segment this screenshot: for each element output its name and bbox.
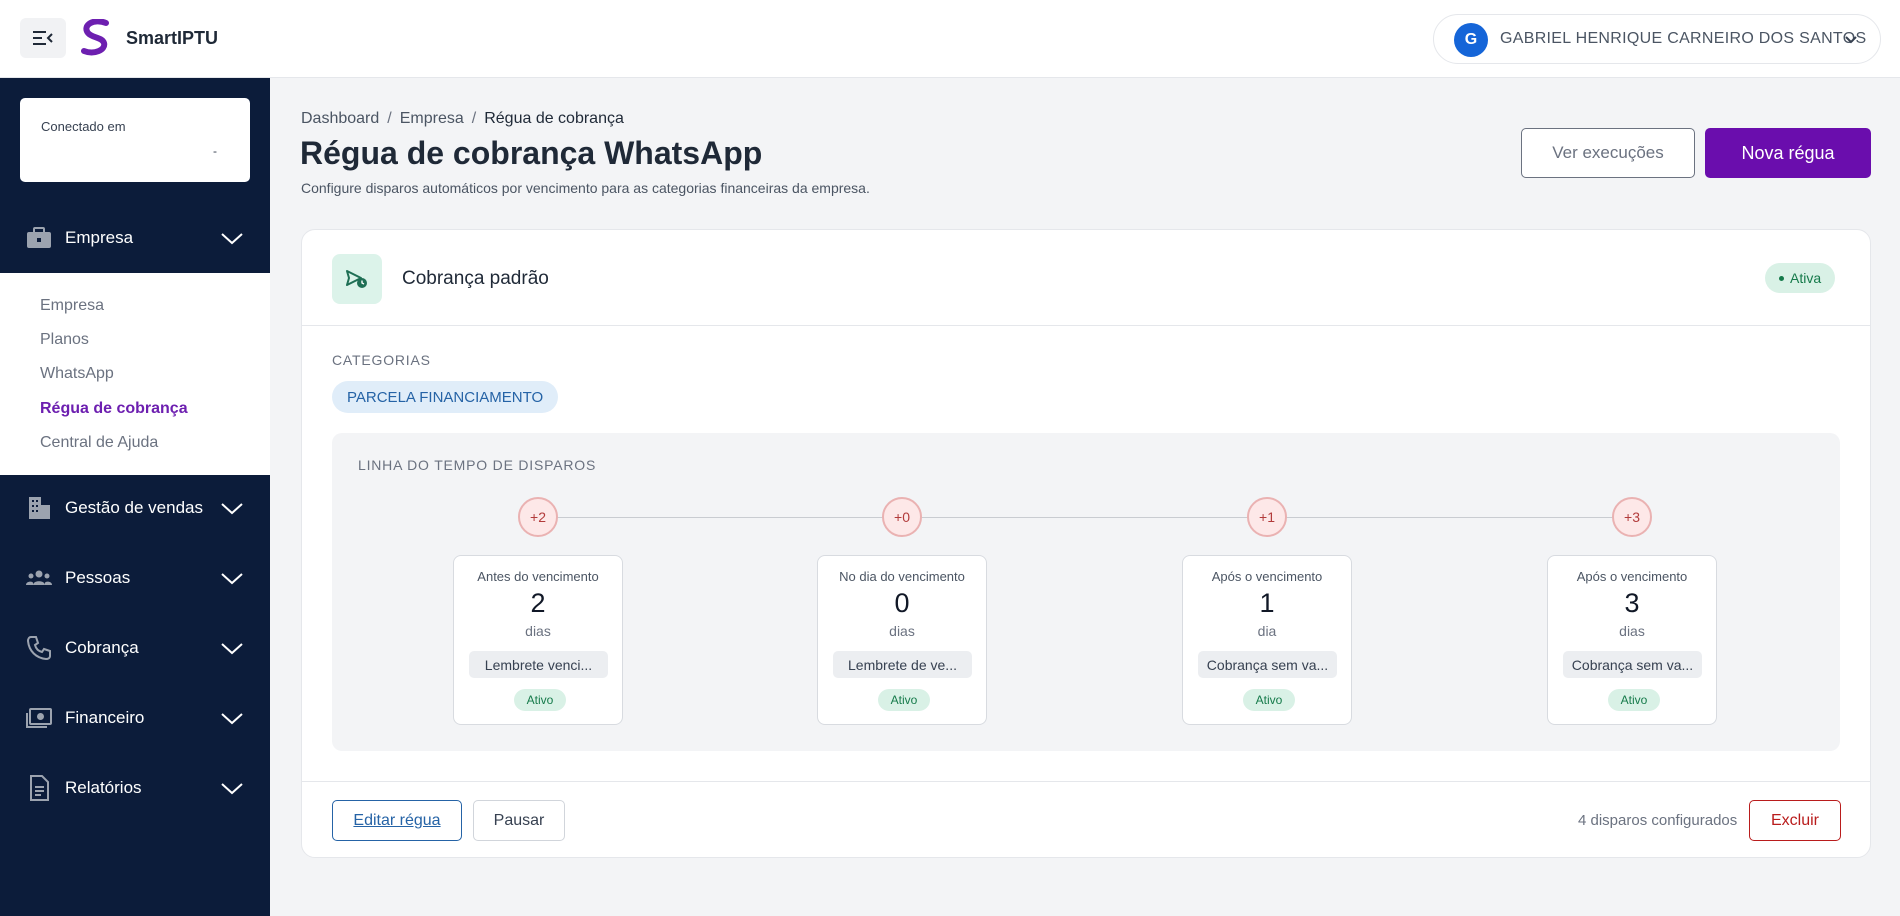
trigger-template: Cobrança sem va... [1198, 651, 1337, 678]
submenu-item-planos[interactable]: Planos [40, 331, 89, 349]
page-subtitle: Configure disparos automáticos por venci… [301, 180, 870, 196]
sidebar-item-gestao-de-vendas[interactable]: Gestão de vendas [0, 473, 270, 543]
submenu-item-whatsapp[interactable]: WhatsApp [40, 365, 114, 383]
rule-card-header: Cobrança padrão Ativa [302, 230, 1870, 326]
connection-card: Conectado em - [20, 98, 250, 182]
submenu-item-regua-de-cobranca[interactable]: Régua de cobrança [40, 400, 188, 418]
trigger-when: Antes do vencimento [477, 569, 599, 584]
briefcase-icon [27, 227, 51, 248]
trigger-card[interactable]: Após o vencimento 3 dias Cobrança sem va… [1547, 555, 1717, 725]
chevron-down-icon [221, 643, 243, 655]
sidebar-item-label: Relatórios [65, 778, 142, 797]
top-bar: SmartIPTU G GABRIEL HENRIQUE CARNEIRO DO… [0, 0, 1900, 78]
timeline-node: +3 [1612, 497, 1652, 537]
categories-label: CATEGORIAS [332, 352, 431, 368]
submenu-item-empresa[interactable]: Empresa [40, 297, 104, 315]
timeline-node: +1 [1247, 497, 1287, 537]
trigger-unit: dias [1619, 623, 1645, 639]
menu-collapse-icon [33, 31, 53, 45]
money-icon [26, 708, 52, 728]
smartiptu-logo [81, 19, 109, 56]
chevron-down-icon [221, 713, 243, 725]
trigger-days: 0 [894, 588, 910, 618]
trigger-when: No dia do vencimento [839, 569, 965, 584]
status-dot [1779, 275, 1784, 281]
sidebar-item-empresa[interactable]: Empresa [0, 203, 270, 273]
people-icon [26, 570, 52, 585]
trigger-card[interactable]: No dia do vencimento 0 dias Lembrete de … [817, 555, 987, 725]
sidebar-item-relatorios[interactable]: Relatórios [0, 753, 270, 823]
view-executions-button[interactable]: Ver execuções [1521, 128, 1695, 178]
trigger-status-badge: Ativo [1608, 689, 1660, 711]
trigger-template: Lembrete de ve... [833, 651, 972, 678]
user-name: GABRIEL HENRIQUE CARNEIRO DOS SANTOS [1500, 30, 1867, 47]
edit-rule-button[interactable]: Editar régua [332, 800, 462, 841]
trigger-unit: dias [525, 623, 551, 639]
rule-icon [332, 254, 382, 304]
chevron-down-icon [221, 783, 243, 795]
trigger-unit: dia [1257, 623, 1277, 639]
trigger-unit: dias [889, 623, 915, 639]
document-icon [30, 775, 49, 801]
sidebar-item-financeiro[interactable]: Financeiro [0, 683, 270, 753]
sidebar: Conectado em - Empresa Empresa Planos Wh… [0, 78, 270, 916]
trigger-card[interactable]: Antes do vencimento 2 dias Lembrete venc… [453, 555, 623, 725]
avatar: G [1454, 23, 1488, 57]
brand-name: SmartIPTU [126, 28, 219, 48]
phone-icon [26, 636, 51, 661]
breadcrumb-dashboard[interactable]: Dashboard [301, 110, 379, 127]
empresa-submenu: Empresa Planos WhatsApp Régua de cobranç… [0, 273, 270, 475]
triggers-count: 4 disparos configurados [1578, 812, 1738, 829]
connected-label: Conectado em [41, 119, 126, 134]
connected-value: - [213, 144, 217, 158]
sidebar-item-label: Empresa [65, 228, 134, 247]
sidebar-item-label: Cobrança [65, 638, 139, 657]
sidebar-item-label: Financeiro [65, 708, 145, 727]
rule-name: Cobrança padrão [402, 268, 549, 289]
pause-button[interactable]: Pausar [473, 800, 565, 841]
page-title: Régua de cobrança WhatsApp [300, 135, 763, 171]
trigger-days: 1 [1259, 588, 1275, 618]
send-clock-icon [346, 270, 367, 288]
sidebar-item-label: Pessoas [65, 568, 131, 587]
trigger-days: 2 [530, 588, 546, 618]
timeline-node: +2 [518, 497, 558, 537]
chevron-down-icon [221, 503, 243, 515]
submenu-item-central-de-ajuda[interactable]: Central de Ajuda [40, 434, 158, 452]
breadcrumb-empresa[interactable]: Empresa [400, 110, 464, 127]
timeline-label: LINHA DO TEMPO DE DISPAROS [358, 457, 597, 473]
trigger-days: 3 [1624, 588, 1640, 618]
trigger-when: Após o vencimento [1576, 569, 1688, 584]
chevron-down-icon [221, 573, 243, 585]
breadcrumb-current: Régua de cobrança [484, 110, 624, 127]
new-rule-button[interactable]: Nova régua [1705, 128, 1871, 178]
rule-card-footer: Editar régua Pausar 4 disparos configura… [302, 781, 1870, 857]
trigger-template: Lembrete venci... [469, 651, 608, 678]
trigger-timeline: LINHA DO TEMPO DE DISPAROS +2 +0 +1 +3 A… [332, 433, 1840, 751]
timeline-line [532, 517, 1624, 518]
sidebar-item-pessoas[interactable]: Pessoas [0, 543, 270, 613]
breadcrumb: Dashboard / Empresa / Régua de cobrança [301, 110, 624, 127]
status-label: Ativa [1790, 270, 1822, 286]
trigger-card[interactable]: Após o vencimento 1 dia Cobrança sem va.… [1182, 555, 1352, 725]
status-badge: Ativa [1765, 263, 1836, 293]
chevron-up-icon [221, 233, 243, 245]
trigger-template: Cobrança sem va... [1563, 651, 1702, 678]
sidebar-item-label: Gestão de vendas [65, 498, 203, 517]
menu-toggle-button[interactable] [20, 18, 66, 58]
category-chip: PARCELA FINANCIAMENTO [332, 381, 559, 413]
timeline-node: +0 [882, 497, 922, 537]
sidebar-item-cobranca[interactable]: Cobrança [0, 613, 270, 683]
user-menu[interactable]: G GABRIEL HENRIQUE CARNEIRO DOS SANTOS [1433, 14, 1881, 64]
trigger-when: Após o vencimento [1211, 569, 1323, 584]
trigger-status-badge: Ativo [1243, 689, 1295, 711]
trigger-status-badge: Ativo [878, 689, 930, 711]
chevron-down-icon [1845, 36, 1857, 44]
building-icon [29, 497, 50, 519]
trigger-status-badge: Ativo [514, 689, 566, 711]
delete-button[interactable]: Excluir [1749, 800, 1841, 841]
rule-card: Cobrança padrão Ativa CATEGORIAS PARCELA… [301, 229, 1871, 858]
